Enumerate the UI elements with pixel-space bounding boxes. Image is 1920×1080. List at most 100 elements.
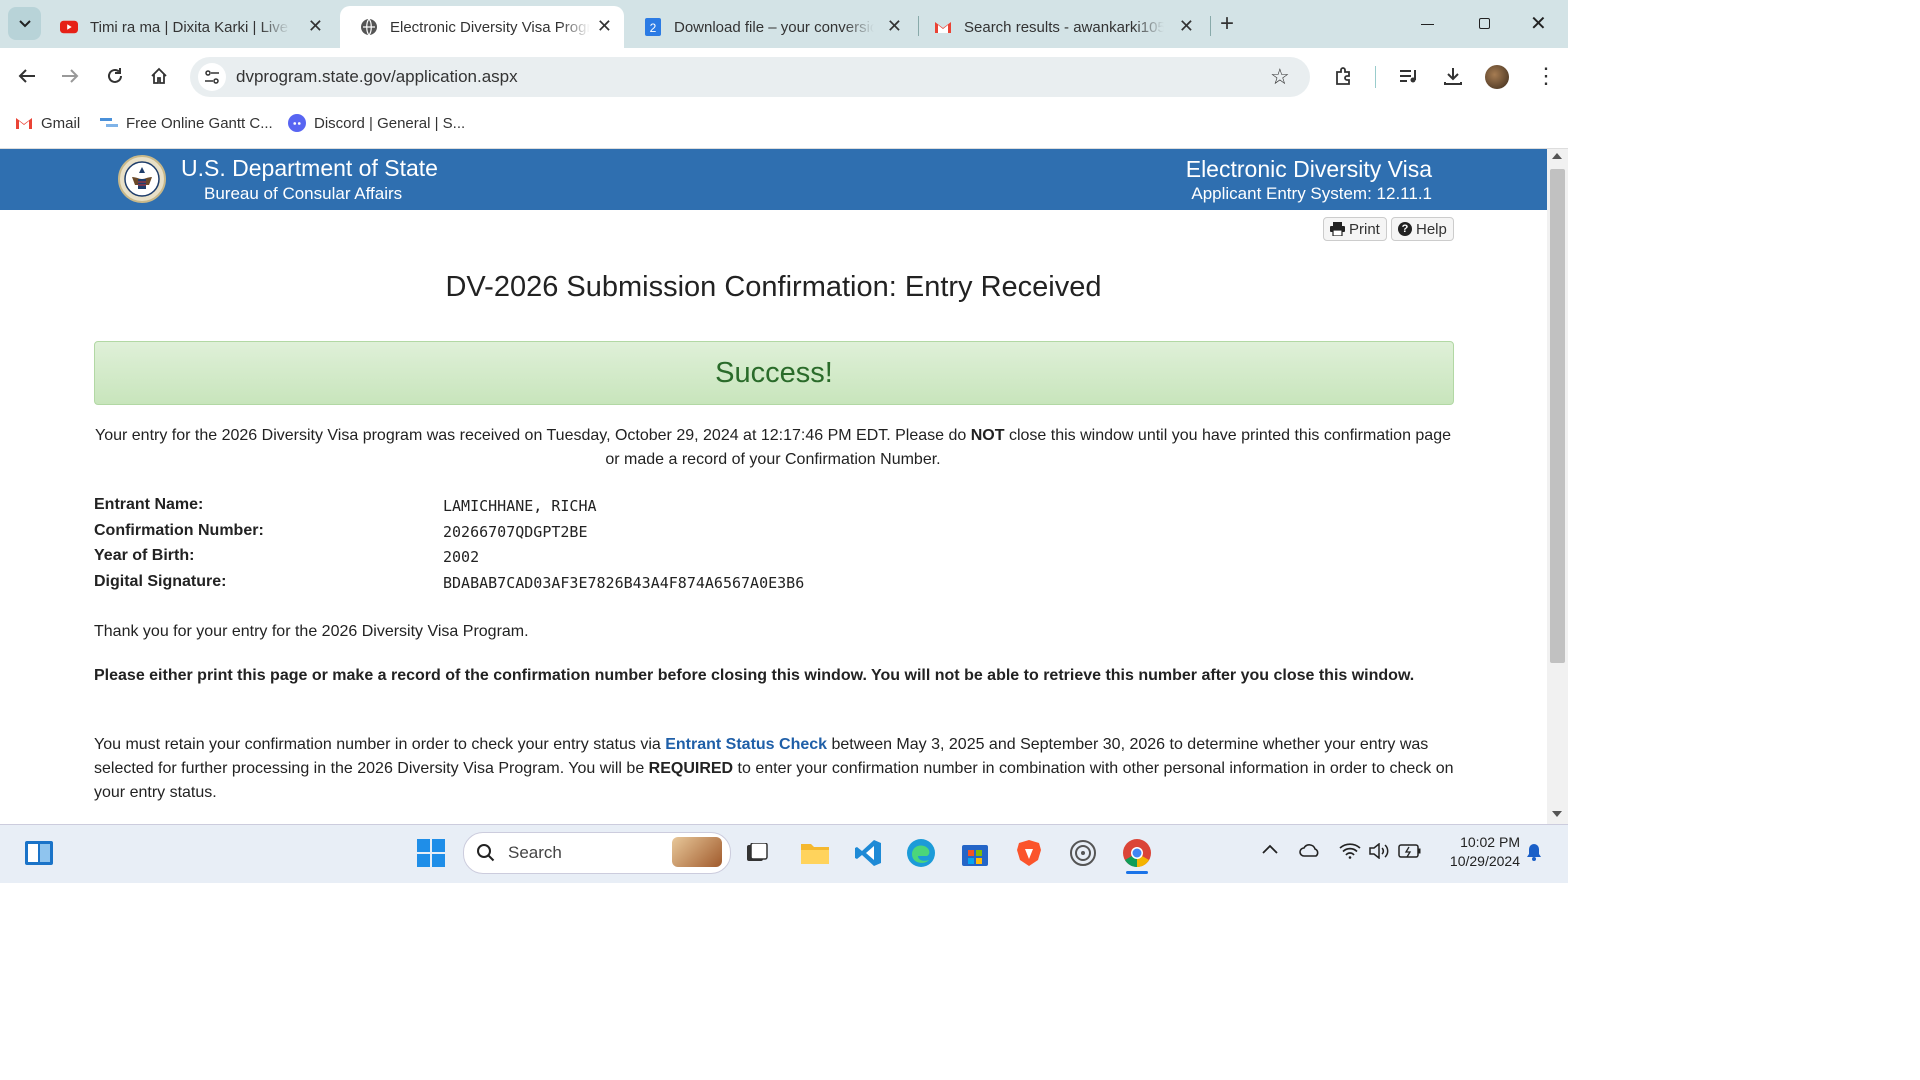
show-hidden-icons-button[interactable]: [1262, 841, 1278, 859]
home-button[interactable]: [145, 62, 173, 90]
ring-app-icon: [1070, 840, 1096, 866]
forward-button[interactable]: [56, 62, 84, 90]
puzzle-icon: [1336, 67, 1350, 85]
bookmark-gantt[interactable]: Free Online Gantt C...: [100, 112, 273, 134]
widgets-button[interactable]: [24, 838, 54, 868]
document-icon: 2: [644, 18, 662, 36]
close-window-button[interactable]: ✕: [1530, 11, 1547, 36]
print-warning: Please either print this page or make a …: [94, 667, 1415, 684]
thank-you-text: Thank you for your entry for the 2026 Di…: [94, 623, 529, 640]
digital-signature-value: BDABAB7CAD03AF3E7826B43A4F874A6567A0E3B6: [443, 574, 805, 592]
confirmation-number-value: 20266707QDGPT2BE: [443, 523, 588, 541]
help-button[interactable]: ? Help: [1391, 217, 1454, 241]
received-emphasis: NOT: [970, 427, 1005, 444]
minimize-button[interactable]: [1418, 14, 1438, 34]
profile-avatar[interactable]: [1485, 65, 1509, 89]
entrant-status-check-link[interactable]: Entrant Status Check: [665, 736, 827, 753]
back-button[interactable]: [13, 62, 41, 90]
gantt-icon: [100, 115, 118, 131]
media-control-button[interactable]: [1395, 62, 1423, 90]
reload-button[interactable]: [101, 62, 129, 90]
brave-icon: [1017, 840, 1041, 866]
search-placeholder: Search: [508, 843, 562, 862]
vscode-button[interactable]: [853, 838, 883, 868]
wifi-icon[interactable]: [1339, 843, 1361, 864]
year-of-birth-value: 2002: [443, 548, 480, 566]
site-info-icon[interactable]: [198, 63, 226, 91]
taskbar: [0, 824, 1568, 883]
web-page: U.S. Department of State Bureau of Consu…: [0, 149, 1547, 824]
vscode-icon: [855, 840, 881, 866]
scroll-up-arrow-icon[interactable]: [1552, 153, 1562, 159]
downloads-button[interactable]: [1439, 62, 1467, 90]
scrollbar-thumb[interactable]: [1550, 169, 1565, 663]
restore-button[interactable]: [1474, 14, 1494, 34]
site-header: U.S. Department of State Bureau of Consu…: [0, 149, 1547, 210]
tab-youtube[interactable]: Timi ra ma | Dixita Karki | Live p ✕: [40, 6, 335, 48]
success-message: Success!: [715, 357, 833, 389]
home-icon: [151, 67, 167, 84]
tab-search-button[interactable]: [8, 7, 41, 40]
notification-bell-icon[interactable]: [1526, 843, 1542, 866]
app-ring-button[interactable]: [1068, 838, 1098, 868]
menu-kebab-icon[interactable]: ⋮: [1535, 62, 1557, 90]
task-view-button[interactable]: [742, 838, 772, 868]
clock-time: 10:02 PM: [1460, 834, 1520, 850]
new-tab-button[interactable]: +: [1220, 10, 1234, 38]
close-tab-icon[interactable]: ✕: [1179, 16, 1194, 37]
close-tab-icon[interactable]: ✕: [597, 16, 612, 37]
print-label: Print: [1349, 220, 1380, 238]
playlist-icon: [1400, 70, 1416, 83]
tab-dv-program[interactable]: Electronic Diversity Visa Program ✕: [340, 6, 624, 48]
page-scrollbar[interactable]: [1547, 149, 1568, 824]
brave-button[interactable]: [1014, 838, 1044, 868]
tab-title: Search results - awankarki1054: [964, 18, 1164, 36]
url-text[interactable]: dvprogram.state.gov/application.aspx: [236, 67, 518, 87]
edge-icon: [907, 839, 935, 867]
page-title: DV-2026 Submission Confirmation: Entry R…: [445, 271, 1102, 303]
bookmark-label: Free Online Gantt C...: [126, 114, 273, 132]
print-button[interactable]: Print: [1323, 217, 1387, 241]
svg-text:2: 2: [650, 21, 657, 35]
search-icon: [477, 844, 495, 862]
onedrive-icon[interactable]: [1298, 842, 1322, 863]
chrome-button[interactable]: [1122, 838, 1152, 868]
task-view-icon: [747, 843, 768, 861]
microsoft-store-button[interactable]: [960, 838, 990, 868]
help-label: Help: [1416, 220, 1447, 238]
retain-text: You must retain your confirmation number…: [94, 736, 666, 753]
retain-emphasis: REQUIRED: [648, 760, 734, 777]
tab-strip: Timi ra ma | Dixita Karki | Live p ✕ Ele…: [0, 0, 1568, 48]
tab-gmail-search[interactable]: Search results - awankarki1054 ✕: [914, 6, 1206, 48]
bookmark-discord[interactable]: Discord | General | S...: [288, 112, 465, 134]
received-text: Your entry for the 2026 Diversity Visa p…: [95, 427, 971, 444]
system-version: Applicant Entry System: 12.11.1: [1191, 184, 1432, 203]
extensions-button[interactable]: [1330, 62, 1358, 90]
tab-title: Electronic Diversity Visa Program: [390, 18, 590, 36]
tab-download-file[interactable]: 2 Download file – your conversion ✕: [624, 6, 914, 48]
tab-title: Download file – your conversion: [674, 18, 874, 36]
scroll-down-arrow-icon[interactable]: [1552, 811, 1562, 817]
clock[interactable]: 10:02 PM 10/29/2024: [1430, 833, 1520, 871]
bookmark-star-icon[interactable]: ☆: [1270, 64, 1290, 90]
digital-signature-label: Digital Signature:: [94, 573, 227, 590]
entrant-name-label: Entrant Name:: [94, 496, 204, 513]
year-of-birth-label: Year of Birth:: [94, 547, 195, 564]
edge-button[interactable]: [906, 838, 936, 868]
taskbar-search-box[interactable]: Search: [463, 832, 731, 874]
bookmark-label: Gmail: [41, 114, 81, 132]
close-tab-icon[interactable]: ✕: [308, 16, 323, 37]
start-button[interactable]: [416, 838, 446, 868]
address-bar[interactable]: dvprogram.state.gov/application.aspx ☆: [190, 57, 1310, 97]
battery-icon[interactable]: [1398, 844, 1422, 863]
tab-title: Timi ra ma | Dixita Karki | Live p: [90, 18, 290, 36]
bureau-subtitle: Bureau of Consular Affairs: [204, 184, 403, 203]
file-explorer-button[interactable]: [800, 838, 830, 868]
gmail-icon: [15, 115, 33, 131]
bookmark-gmail[interactable]: Gmail: [15, 112, 80, 134]
folder-icon: [801, 844, 829, 864]
volume-icon[interactable]: [1368, 842, 1390, 864]
clock-date: 10/29/2024: [1449, 853, 1520, 869]
state-department-seal: [118, 155, 166, 203]
close-tab-icon[interactable]: ✕: [887, 16, 902, 37]
